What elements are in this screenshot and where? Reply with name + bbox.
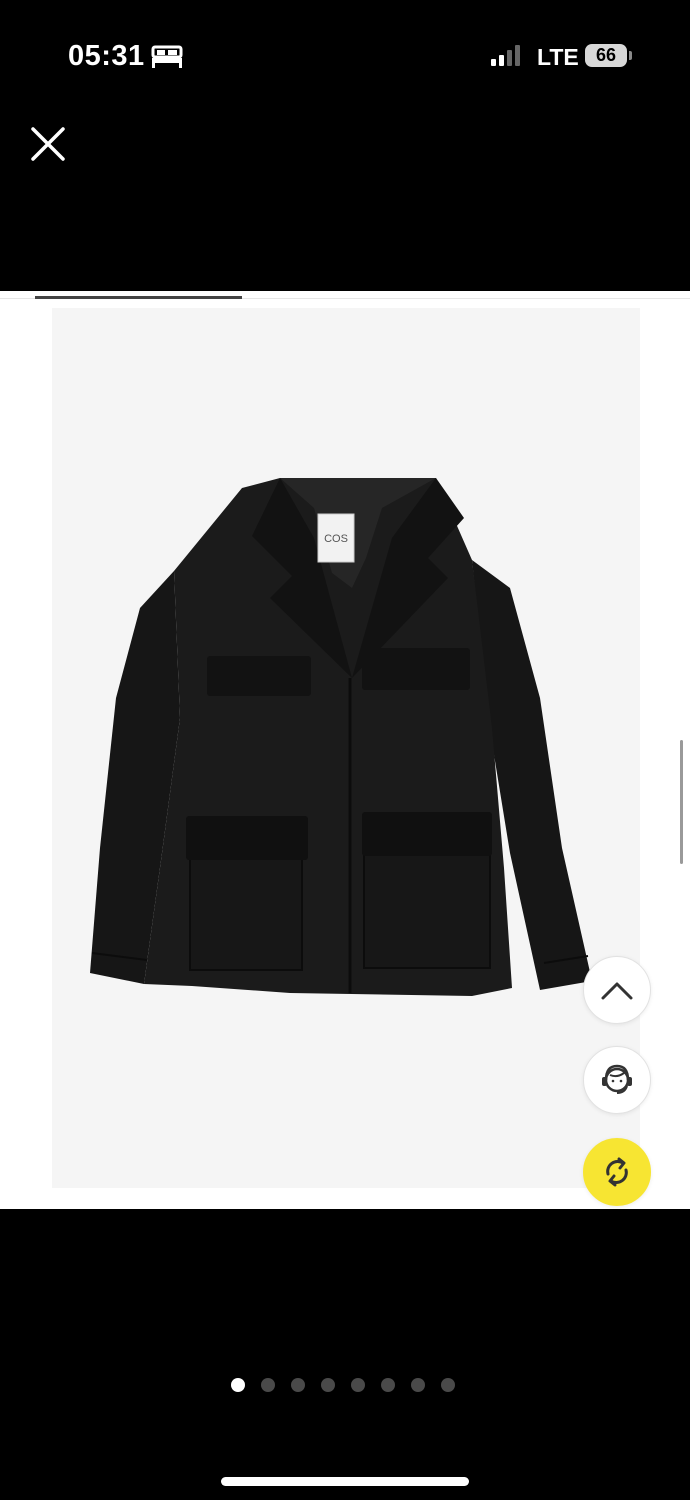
pagination-dot[interactable] [381,1378,395,1392]
pagination-dot[interactable] [321,1378,335,1392]
convert-button[interactable] [583,1138,651,1206]
convert-icon [606,1157,628,1187]
close-icon [31,127,65,161]
chevron-up-icon [601,982,633,1000]
battery-tip [629,51,632,60]
brand-label: COS [324,533,348,545]
page-progress-bar [35,296,242,299]
product-image-viewer[interactable]: COS [0,291,690,1209]
network-label: LTE [537,44,579,70]
product-image: COS [90,478,592,996]
status-time: 05:31 [68,40,145,72]
pagination-dot[interactable] [351,1378,365,1392]
home-indicator[interactable] [221,1477,469,1486]
pagination-dot-active[interactable] [231,1378,245,1392]
pagination-dot[interactable] [261,1378,275,1392]
pagination-dot[interactable] [291,1378,305,1392]
status-bar: 05:31 LTE 66 [0,0,690,110]
bed-icon [151,45,183,68]
battery-icon: 66 [585,44,627,67]
signal-bars-icon [491,45,520,66]
pagination-dot[interactable] [411,1378,425,1392]
close-button[interactable] [28,124,68,164]
scrollbar[interactable] [680,740,683,864]
scroll-to-top-button[interactable] [583,956,651,1024]
gallery-pagination [231,1378,455,1392]
customer-support-icon [602,1064,632,1094]
customer-support-button[interactable] [583,1046,651,1114]
pagination-dot[interactable] [441,1378,455,1392]
